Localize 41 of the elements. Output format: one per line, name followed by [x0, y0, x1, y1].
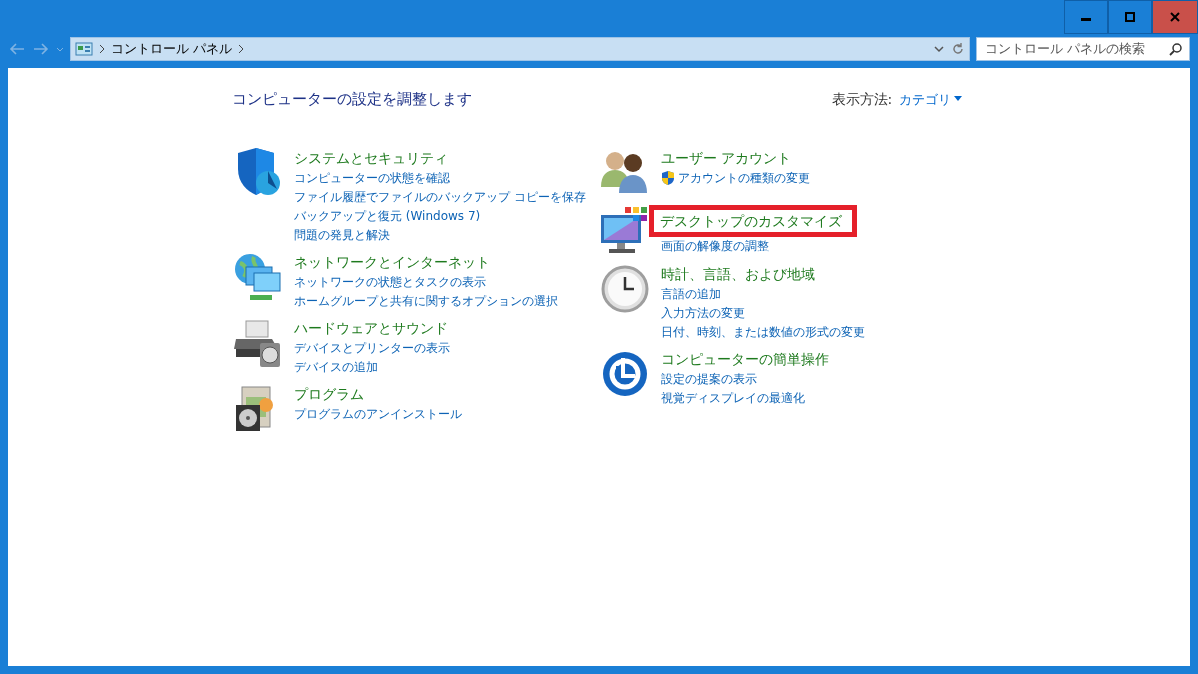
control-panel-icon — [75, 42, 93, 56]
category-link[interactable]: 入力方法の変更 — [661, 303, 745, 323]
page-title: コンピューターの設定を調整します — [232, 89, 472, 110]
category-title[interactable]: システムとセキュリティ — [294, 146, 448, 169]
category-link[interactable]: ネットワークの状態とタスクの表示 — [294, 272, 486, 292]
search-icon[interactable] — [1169, 42, 1183, 56]
close-button[interactable] — [1152, 0, 1198, 34]
close-icon — [1170, 12, 1180, 22]
category-title[interactable]: コンピューターの簡単操作 — [661, 347, 829, 370]
dropdown-icon[interactable] — [933, 44, 945, 54]
category-link[interactable]: コンピューターの状態を確認 — [294, 168, 450, 188]
maximize-button[interactable] — [1108, 0, 1152, 34]
chevron-icon — [99, 44, 105, 54]
category-title[interactable]: プログラム — [294, 382, 364, 405]
category-link[interactable]: 言語の追加 — [661, 284, 721, 304]
category-link[interactable]: ファイル履歴でファイルのバックアップ コピーを保存 — [294, 187, 586, 207]
category-link[interactable]: 画面の解像度の調整 — [661, 236, 769, 256]
category-link[interactable]: 日付、時刻、または数値の形式の変更 — [661, 322, 865, 342]
chevron-icon[interactable] — [238, 44, 245, 54]
category-link[interactable]: デバイスとプリンターの表示 — [294, 338, 450, 358]
category-title[interactable]: 時計、言語、および地域 — [661, 262, 815, 285]
category-link[interactable]: 問題の発見と解決 — [294, 225, 390, 245]
category-link[interactable]: バックアップと復元 (Windows 7) — [294, 206, 481, 226]
category-title[interactable]: ハードウェアとサウンド — [294, 316, 448, 339]
caret-icon — [954, 96, 962, 103]
category-title[interactable]: ユーザー アカウント — [661, 146, 792, 169]
view-by-dropdown[interactable]: カテゴリ — [898, 89, 962, 109]
search-field[interactable]: コントロール パネルの検索 — [976, 37, 1190, 61]
category-link[interactable]: ホームグループと共有に関するオプションの選択 — [294, 291, 558, 311]
address-bar[interactable]: コントロール パネル — [70, 37, 970, 61]
category-link[interactable]: デバイスの追加 — [294, 357, 378, 377]
maximize-icon — [1125, 12, 1135, 22]
category-link[interactable]: アカウントの種類の変更 — [661, 168, 811, 188]
category-title[interactable]: デスクトップのカスタマイズ — [649, 204, 857, 237]
category-link[interactable]: プログラムのアンインストール — [294, 404, 462, 424]
category-link[interactable]: 設定の提案の表示 — [661, 369, 757, 389]
category-link[interactable]: 視覚ディスプレイの最適化 — [661, 388, 805, 408]
refresh-icon[interactable] — [951, 42, 965, 56]
category-title[interactable]: ネットワークとインターネット — [294, 250, 490, 273]
breadcrumb-item[interactable]: コントロール パネル — [111, 39, 233, 59]
view-by-label: 表示方法: — [831, 89, 893, 109]
